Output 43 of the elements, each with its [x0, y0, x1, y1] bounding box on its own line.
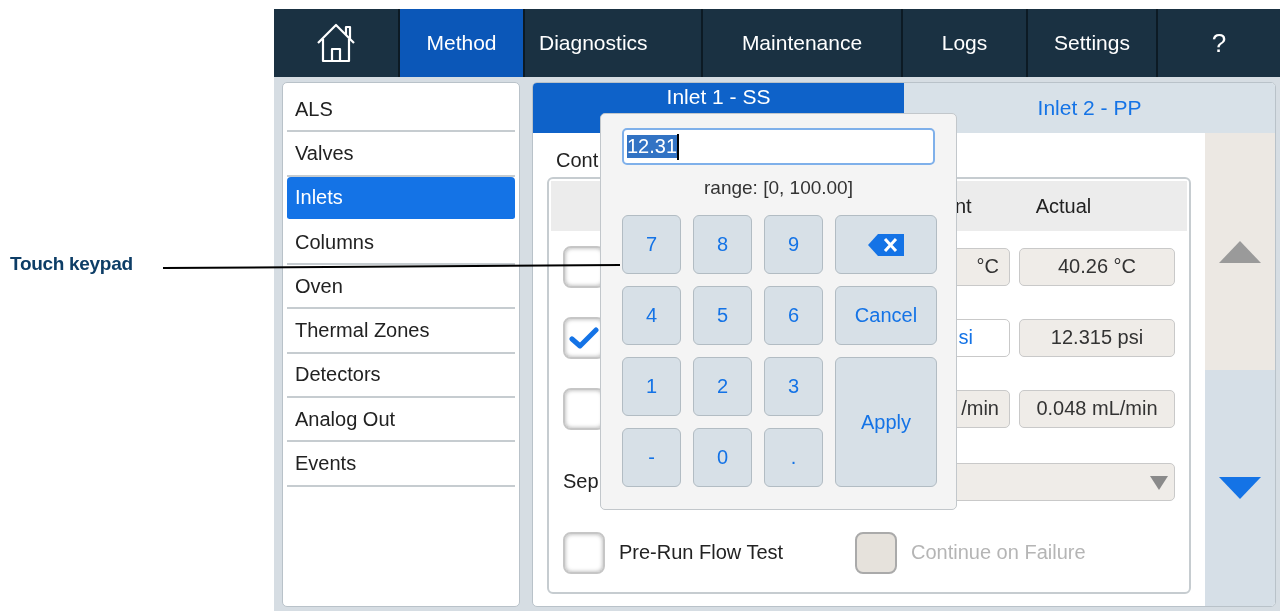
checkbox-label: Pre-Run Flow Test — [619, 541, 784, 564]
field-label: Sep — [563, 470, 599, 493]
check-icon — [569, 325, 599, 350]
keypad-key[interactable]: 0 — [693, 428, 752, 487]
sidebar-item[interactable]: ALS — [287, 88, 515, 133]
value-input-field[interactable]: 12.31 — [622, 128, 935, 165]
section-label: Cont — [556, 149, 599, 173]
keypad-key[interactable]: 6 — [764, 286, 823, 345]
inlet-tab[interactable]: Inlet 2 - PP — [904, 83, 1275, 133]
up-triangle-icon — [1219, 240, 1261, 263]
keypad-key[interactable]: 2 — [693, 357, 752, 416]
keypad-key[interactable]: Cancel — [835, 286, 937, 345]
sidebar-item[interactable]: Inlets — [287, 176, 515, 221]
keypad-key[interactable]: Apply — [835, 357, 937, 487]
keypad-key[interactable]: 5 — [693, 286, 752, 345]
keypad-key[interactable]: 1 — [622, 357, 681, 416]
checkbox-label: Continue on Failure — [911, 541, 1086, 564]
actual-value: 0.048 mL/min — [1019, 389, 1175, 428]
keypad-key[interactable]: 9 — [764, 215, 823, 274]
sidebar-item[interactable]: Thermal Zones — [287, 309, 515, 354]
backspace-icon — [868, 233, 904, 256]
caret-icon — [1149, 475, 1168, 490]
keypad-key[interactable]: - — [622, 428, 681, 487]
sidebar-item[interactable]: Oven — [287, 265, 515, 310]
keypad-key[interactable]: . — [764, 428, 823, 487]
keypad-key[interactable]: 7 — [622, 215, 681, 274]
keypad-key[interactable]: 4 — [622, 286, 681, 345]
scroll-down-button[interactable] — [1205, 370, 1275, 606]
actual-value: 40.26 °C — [1019, 247, 1175, 286]
range-text: range: [0, 100.00] — [704, 177, 853, 199]
sidebar-item[interactable]: Events — [287, 442, 515, 487]
checkbox[interactable] — [563, 531, 605, 574]
sidebar-item[interactable]: Columns — [287, 220, 515, 266]
backspace-key[interactable] — [835, 215, 937, 274]
callout-label: Touch keypad — [10, 253, 133, 276]
sidebar-item[interactable]: Analog Out — [287, 398, 515, 443]
down-triangle-icon — [1219, 477, 1261, 499]
actual-value: 12.315 psi — [1019, 318, 1175, 357]
keypad-key[interactable]: 8 — [693, 215, 752, 274]
nav-tab[interactable]: Method — [400, 9, 525, 77]
keypad-key[interactable]: 3 — [764, 357, 823, 416]
header-text: Actual — [1035, 194, 1092, 218]
sidebar-item[interactable]: Detectors — [287, 353, 515, 399]
